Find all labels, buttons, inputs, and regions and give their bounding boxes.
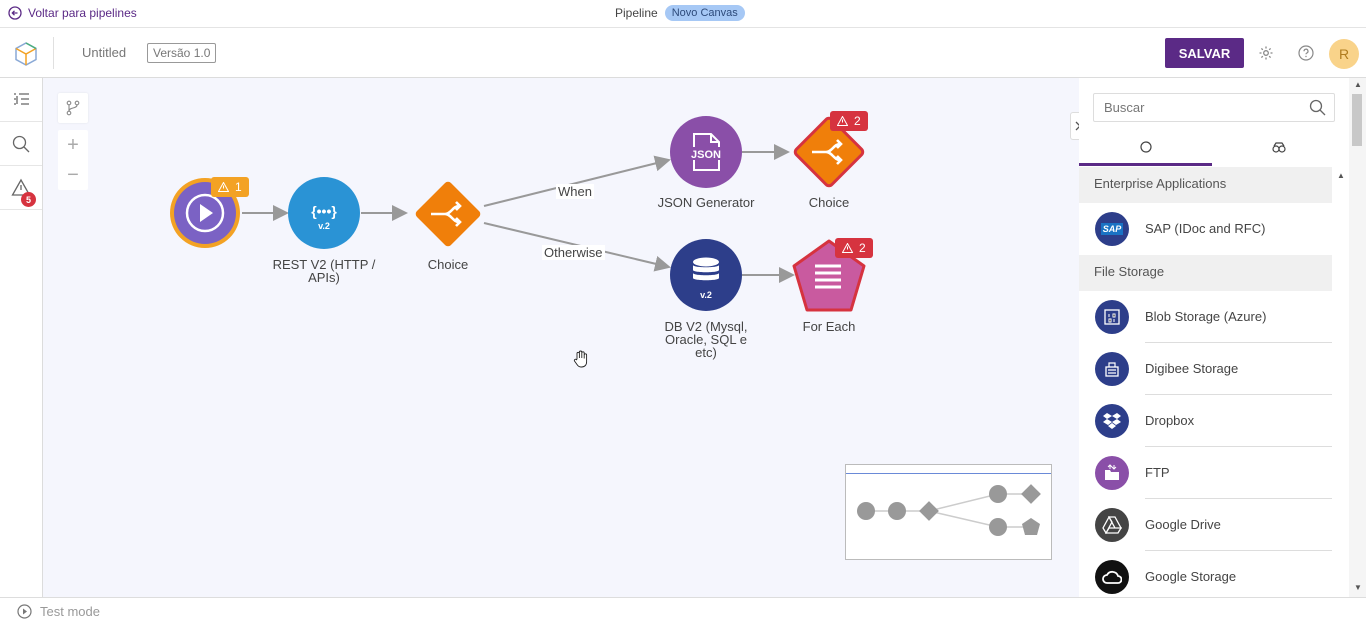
foreach-error-badge[interactable]: 2 [835, 238, 873, 258]
back-link-label: Voltar para pipelines [28, 6, 137, 20]
play-circle-icon [17, 604, 32, 619]
choice2-error-badge[interactable]: 2 [830, 111, 868, 131]
section-file-storage: File Storage [1079, 255, 1332, 291]
palette-item-digibee-storage[interactable]: Digibee Storage [1079, 343, 1332, 395]
blob-storage-icon [1095, 300, 1129, 334]
left-sidebar: 5 [0, 78, 43, 597]
json-glyph: JSON [691, 149, 721, 161]
database-icon [693, 257, 719, 281]
gear-icon[interactable] [1258, 45, 1274, 61]
circle-icon [1139, 140, 1152, 153]
palette-item-google-drive[interactable]: Google Drive [1079, 499, 1332, 551]
palette-item-ftp[interactable]: FTP [1079, 447, 1332, 499]
warning-icon [842, 243, 853, 253]
header-divider [53, 37, 54, 69]
edge-choice-json [483, 155, 671, 207]
canvas-minimap[interactable] [845, 464, 1052, 560]
warnings-count-badge: 5 [21, 192, 36, 207]
sap-icon: SAP [1095, 212, 1129, 246]
scroll-thumb[interactable] [1352, 94, 1362, 146]
ftp-icon [1095, 456, 1129, 490]
palette-item-label: Google Drive [1145, 517, 1221, 532]
save-button[interactable]: SALVAR [1165, 38, 1244, 68]
tab-capsules[interactable] [1212, 130, 1345, 166]
pipeline-title[interactable]: Untitled [82, 45, 126, 60]
canvas-badge[interactable]: Novo Canvas [664, 5, 745, 21]
choice-node-1[interactable] [407, 173, 489, 255]
google-drive-icon [1095, 508, 1129, 542]
choice2-label: Choice [808, 195, 850, 210]
panel-scrollbar[interactable]: ▲ ▼ [1349, 78, 1366, 597]
choice2-error-count: 2 [854, 114, 861, 128]
trigger-warning-count: 1 [235, 180, 242, 194]
capsule-icon [1271, 142, 1286, 153]
search-canvas-button[interactable] [0, 122, 42, 166]
search-icon[interactable] [1309, 99, 1326, 116]
rest-version-label: v.2 [318, 221, 330, 231]
search-icon [12, 135, 30, 152]
db-node-label: DB V2 (Mysql, Oracle, SQL e etc) [646, 320, 766, 359]
minimap-graph [857, 484, 1041, 536]
component-search-input[interactable] [1093, 93, 1335, 122]
palette-item-label: Google Storage [1145, 569, 1237, 584]
edge-label-when[interactable]: When [556, 184, 594, 199]
foreach-error-count: 2 [859, 241, 866, 255]
tab-components[interactable] [1079, 130, 1212, 166]
db-version-label: v.2 [700, 290, 712, 300]
scroll-down-arrow-icon[interactable]: ▼ [1354, 583, 1362, 592]
bottom-bar: Test mode [0, 597, 1366, 625]
arrow-left-circle-icon [8, 6, 22, 20]
foreach-label: For Each [802, 319, 856, 334]
header: Untitled Versão 1.0 SALVAR R [0, 29, 1366, 78]
rest-node-label: REST V2 (HTTP / APIs) [264, 258, 384, 284]
back-to-pipelines-link[interactable]: Voltar para pipelines [8, 6, 137, 20]
digibee-storage-icon [1095, 352, 1129, 386]
rest-braces-glyph: {•••} [311, 203, 337, 219]
dropbox-icon [1095, 404, 1129, 438]
pipeline-label: Pipeline [615, 6, 658, 20]
warnings-button[interactable]: 5 [0, 166, 42, 210]
components-panel: Enterprise Applications SAP SAP (IDoc an… [1079, 78, 1366, 597]
trigger-warning-badge[interactable]: 1 [211, 177, 249, 197]
google-storage-icon [1095, 560, 1129, 594]
hand-cursor-icon [573, 350, 588, 368]
rest-v2-node[interactable]: {•••} v.2 [288, 177, 360, 249]
palette-item-label: Blob Storage (Azure) [1145, 309, 1267, 324]
help-icon[interactable] [1298, 45, 1314, 61]
palette-item-blob-storage[interactable]: Blob Storage (Azure) [1079, 291, 1332, 343]
warning-icon [218, 182, 229, 192]
tree-view-button[interactable] [0, 78, 42, 122]
palette-item-dropbox[interactable]: Dropbox [1079, 395, 1332, 447]
user-avatar[interactable]: R [1329, 39, 1359, 69]
rest-label-line2: APIs) [308, 270, 340, 285]
top-bar: Voltar para pipelines Pipeline Novo Canv… [0, 0, 1366, 28]
palette-item-google-storage[interactable]: Google Storage [1079, 551, 1332, 603]
palette-item-label: FTP [1145, 465, 1170, 480]
list-tree-icon [14, 92, 29, 105]
edge-label-otherwise[interactable]: Otherwise [542, 245, 605, 260]
palette-item-label: Digibee Storage [1145, 361, 1239, 376]
pipeline-indicator: Pipeline Novo Canvas [615, 5, 745, 21]
warning-icon [837, 116, 848, 126]
db-label-line3: etc) [695, 345, 717, 360]
choice1-label: Choice [427, 257, 469, 272]
pipeline-canvas[interactable]: + − When Otherwise 1 {•••} v.2 REST V2 (… [43, 78, 1079, 597]
section-enterprise-applications: Enterprise Applications [1079, 167, 1332, 203]
palette-item-sap[interactable]: SAP SAP (IDoc and RFC) [1079, 203, 1332, 255]
section-scroll-up-icon[interactable]: ▲ [1337, 171, 1345, 180]
test-mode-toggle[interactable]: Test mode [17, 604, 100, 619]
palette-item-label: SAP (IDoc and RFC) [1145, 221, 1266, 236]
palette-item-label: Dropbox [1145, 413, 1195, 428]
scroll-up-arrow-icon[interactable]: ▲ [1354, 80, 1362, 89]
digibee-logo-icon [15, 42, 37, 66]
json-node-label: JSON Generator [657, 195, 755, 210]
db-v2-node[interactable]: v.2 [670, 239, 742, 311]
version-badge[interactable]: Versão 1.0 [147, 43, 217, 63]
test-mode-label: Test mode [40, 604, 100, 619]
